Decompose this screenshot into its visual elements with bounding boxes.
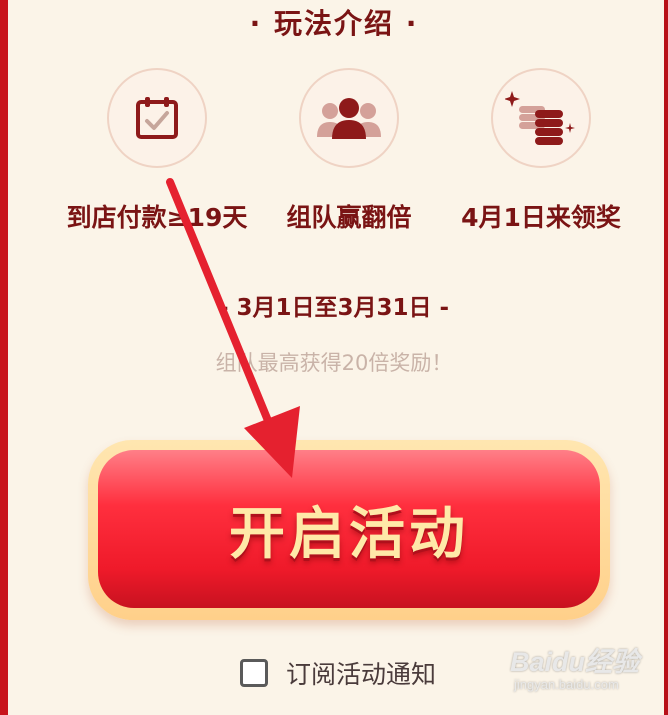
watermark-url: jingyan.baidu.com xyxy=(514,677,619,692)
start-activity-button-face[interactable]: 开启活动 xyxy=(98,450,600,608)
feature-label: 到店付款≥19天 xyxy=(66,203,248,232)
feature-label: 组队赢翻倍 xyxy=(286,203,412,232)
feature-label: 4月1日来领奖 xyxy=(461,203,621,232)
subscribe-checkbox[interactable] xyxy=(240,659,268,687)
watermark-brand: Baidu经验 xyxy=(510,647,640,677)
subscribe-label: 订阅活动通知 xyxy=(286,660,437,689)
calendar-check-icon xyxy=(107,68,207,168)
subscribe-toggle[interactable]: 订阅活动通知 xyxy=(240,655,436,691)
section-title: · 玩法介绍 · xyxy=(249,7,419,40)
start-activity-button-label: 开启活动 xyxy=(229,501,469,567)
baidu-watermark: Baidu经验 jingyan.baidu.com xyxy=(510,647,660,707)
feature-reward: 4月1日来领奖 xyxy=(441,68,641,234)
event-subtitle: 组队最高获得20倍奖励！ xyxy=(215,351,453,375)
start-activity-button[interactable]: 开启活动 xyxy=(88,440,610,620)
coins-icon xyxy=(491,68,591,168)
feature-payment: 到店付款≥19天 xyxy=(57,68,257,234)
team-icon xyxy=(299,68,399,168)
date-range: - 3月1日至3月31日 - xyxy=(218,295,450,321)
feature-team: 组队赢翻倍 xyxy=(249,68,449,234)
